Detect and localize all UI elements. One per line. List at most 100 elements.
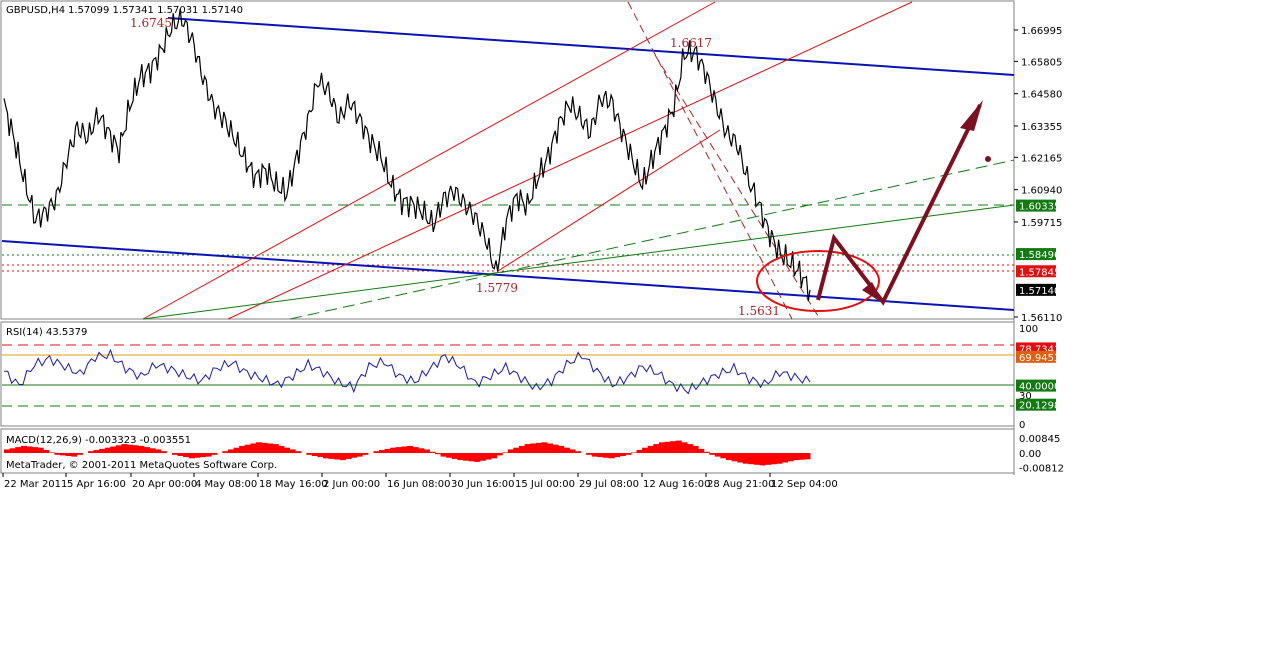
macd-bar: [351, 453, 358, 458]
rsi-panel-frame: [0, 321, 1015, 427]
rsi-level-tag: 40.0000: [1019, 382, 1060, 393]
macd-bar: [653, 444, 660, 453]
macd-bar: [60, 453, 67, 456]
macd-bar: [597, 453, 604, 458]
macd-bar: [54, 453, 61, 455]
macd-bar: [99, 448, 106, 453]
macd-bar: [787, 453, 794, 462]
macd-bar: [463, 453, 470, 461]
macd-bar: [32, 447, 39, 453]
macd-bar: [664, 441, 671, 453]
macd-bar: [43, 450, 50, 453]
macd-axis: 0.00845 0.00 -0.00812: [1019, 434, 1064, 474]
macd-bar: [569, 449, 576, 453]
macd-bar: [518, 445, 525, 453]
price-tick-label: 1.60940: [1021, 186, 1062, 197]
macd-bar: [149, 448, 156, 453]
macd-bar: [76, 453, 83, 455]
macd-bar: [183, 453, 190, 458]
time-tick-label: 22 Mar 2011: [4, 479, 67, 490]
macd-bar: [474, 453, 481, 462]
macd-bar: [339, 453, 346, 461]
annotation-low-1: 1.5779: [476, 281, 518, 295]
time-tick-label: 29 Jul 08:00: [579, 479, 639, 490]
time-tick-label: 30 Jun 16:00: [451, 479, 515, 490]
macd-bar: [658, 442, 665, 453]
macd-bar: [328, 453, 335, 459]
macd-bar: [435, 453, 442, 455]
time-tick-label: 28 Aug 21:00: [707, 479, 774, 490]
macd-bar: [15, 447, 22, 453]
price-tick-label: 1.62165: [1021, 153, 1062, 164]
macd-bar: [295, 451, 302, 453]
macd-bar: [407, 445, 414, 453]
macd-bar: [776, 453, 783, 464]
macd-bar: [177, 453, 184, 456]
macd-bar: [754, 453, 761, 465]
target-dot: [985, 156, 991, 162]
macd-bar: [675, 440, 682, 453]
time-tick-label: 16 Jun 08:00: [387, 479, 451, 490]
macd-bar: [317, 453, 324, 458]
macd-header: MACD(12,26,9) -0.003323 -0.003551: [6, 435, 191, 446]
macd-bar: [323, 453, 330, 459]
macd-bar: [65, 453, 72, 456]
macd-bar: [535, 442, 542, 453]
time-axis: 22 Mar 2011 5 Apr 16:00 20 Apr 00:004 May …: [2, 473, 838, 490]
macd-bar: [423, 449, 430, 453]
price-tick-label: 1.64580: [1021, 90, 1062, 101]
annotation-low-2: 1.5631: [738, 304, 780, 318]
macd-bar: [233, 447, 240, 453]
macd-bar: [395, 447, 402, 453]
macd-bar: [608, 453, 615, 459]
macd-bar: [205, 453, 212, 457]
macd-tick-label: 0.00: [1019, 449, 1041, 460]
macd-bar: [563, 447, 570, 453]
macd-bar: [686, 444, 693, 453]
macd-bar: [586, 453, 593, 455]
rsi-level-tags: 78.734169.945340.000020.1298: [1016, 342, 1060, 412]
macd-bar: [513, 447, 520, 453]
macd-bar: [390, 447, 397, 453]
macd-bar: [714, 453, 721, 457]
macd-bar: [798, 453, 805, 460]
macd-bar: [48, 452, 55, 453]
macd-bar: [602, 453, 609, 458]
macd-bar: [306, 453, 313, 455]
price-level-tags: 1.60335 1.58496 1.57845 1.57140: [1016, 199, 1060, 297]
macd-bar: [132, 445, 139, 453]
red-dashed-fan-line-2: [654, 54, 821, 320]
macd-bar: [502, 452, 509, 453]
macd-bar: [782, 453, 789, 463]
macd-bar: [804, 453, 811, 460]
rsi-tick-label: 0: [1019, 420, 1025, 431]
time-tick-label: 12 Sep 04:00: [771, 479, 838, 490]
macd-bar: [737, 453, 744, 463]
highlight-ellipse: [756, 250, 880, 312]
macd-bar: [401, 446, 408, 453]
macd-bar: [530, 443, 537, 453]
macd-bar: [222, 451, 229, 453]
macd-bar: [379, 450, 386, 453]
price-tick-label: 1.63355: [1021, 122, 1062, 133]
rsi-axis: 10070300: [1019, 324, 1038, 431]
price-tick-label: 1.59715: [1021, 218, 1062, 229]
macd-bar: [496, 453, 503, 456]
time-tick-label: 2 Jun 00:00: [323, 479, 380, 490]
macd-bar: [244, 444, 251, 453]
price-tick-label: 1.56110: [1021, 313, 1062, 324]
macd-bar: [160, 451, 167, 453]
macd-bar: [138, 445, 145, 453]
macd-bar: [574, 451, 581, 453]
rsi-series-line: [4, 348, 811, 395]
annotation-high-1: 1.6745: [130, 16, 172, 30]
macd-bar: [703, 451, 710, 453]
price-level-tag: 1.57140: [1019, 286, 1060, 297]
macd-bar: [227, 449, 234, 453]
macd-bar: [9, 448, 16, 453]
macd-bar: [759, 453, 766, 466]
macd-bar: [4, 449, 11, 453]
macd-bar: [491, 453, 498, 459]
macd-bar: [93, 450, 100, 453]
macd-bar: [457, 453, 464, 461]
